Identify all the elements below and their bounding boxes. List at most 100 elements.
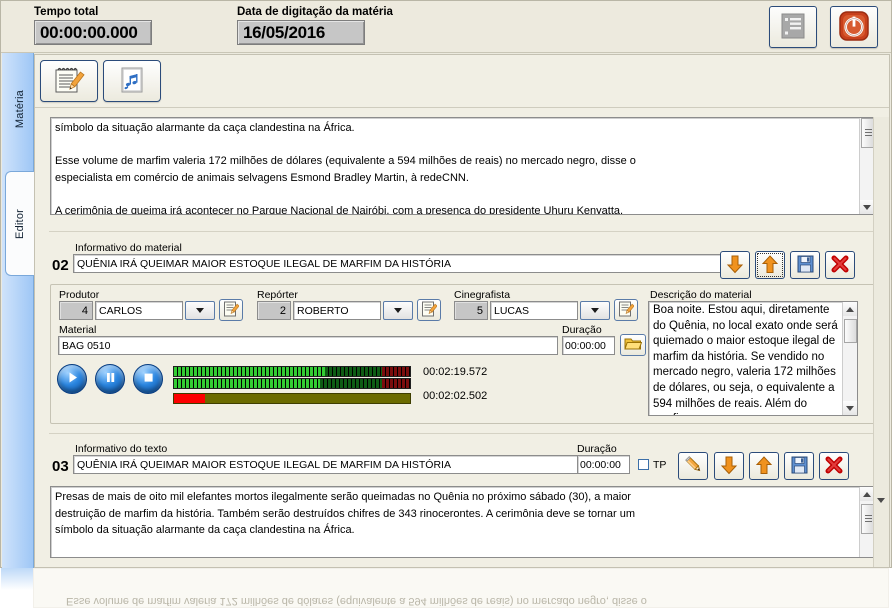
story-body-scrollbar[interactable]	[859, 487, 874, 557]
material-sequence-number: 02	[52, 257, 69, 274]
time-current-label: 00:02:02.502	[423, 390, 488, 402]
sidebar-tab-editor[interactable]: Editor	[5, 171, 34, 276]
time-total-label: 00:02:19.572	[423, 366, 488, 378]
tempo-total-value: 00:00:00.000	[34, 20, 152, 45]
reporter-edit-button[interactable]	[417, 299, 441, 321]
material-field-label: Material	[59, 324, 97, 336]
scrollbar-grip-icon	[865, 515, 872, 523]
produtor-code: 4	[59, 301, 93, 320]
cinegrafista-dropdown-button[interactable]	[580, 301, 610, 320]
text-move-up-button[interactable]	[749, 452, 779, 480]
edit-list-icon	[421, 301, 438, 320]
arrow-down-icon	[726, 254, 744, 277]
data-digitacao-value: 16/05/2016	[237, 20, 365, 45]
music-document-icon	[117, 65, 147, 98]
page-scrollbar[interactable]	[873, 117, 889, 567]
material-duracao-label: Duração	[562, 324, 602, 336]
reporter-code: 2	[257, 301, 291, 320]
cinegrafista-name-input[interactable]: LUCAS	[490, 301, 578, 320]
red-x-icon	[830, 254, 850, 277]
text-move-down-button[interactable]	[714, 452, 744, 480]
pause-icon	[104, 371, 117, 387]
produtor-label: Produtor	[59, 289, 100, 301]
pause-button[interactable]	[95, 364, 125, 394]
produtor-edit-button[interactable]	[219, 299, 243, 321]
stop-button[interactable]	[133, 364, 163, 394]
vu-green-zone	[174, 379, 321, 388]
scrollbar-thumb[interactable]	[844, 319, 857, 343]
descricao-scrollbar[interactable]	[842, 302, 857, 415]
descricao-text: Boa noite. Estou aqui, diretamente do Qu…	[653, 304, 838, 415]
arrow-down-icon	[720, 455, 738, 478]
vu-dark-green-zone	[320, 379, 382, 388]
material-delete-button[interactable]	[825, 251, 855, 279]
browse-material-button[interactable]	[620, 334, 646, 356]
chevron-down-icon	[196, 308, 204, 313]
playback-progress-bar[interactable]	[173, 393, 411, 404]
cinegrafista-edit-button[interactable]	[614, 299, 638, 321]
vu-red-zone	[381, 367, 410, 376]
descricao-textarea[interactable]: Boa noite. Estou aqui, diretamente do Qu…	[648, 301, 858, 416]
exit-button[interactable]	[830, 6, 878, 48]
material-info-label: Informativo do material	[75, 242, 182, 254]
chevron-down-icon	[591, 308, 599, 313]
text-info-input[interactable]: QUÊNIA IRÁ QUEIMAR MAIOR ESTOQUE ILEGAL …	[73, 455, 605, 474]
produtor-dropdown-button[interactable]	[185, 301, 215, 320]
edit-list-icon	[618, 301, 635, 320]
page-scroll-down-arrow-icon[interactable]	[874, 493, 888, 507]
tempo-total-label: Tempo total	[34, 6, 99, 18]
open-folder-icon	[624, 336, 643, 354]
tp-checkbox-label: TP	[653, 459, 667, 471]
text-info-label: Informativo do texto	[75, 443, 168, 455]
progress-fill	[174, 394, 205, 403]
sidebar-tab-materia-label: Matéria	[13, 90, 26, 129]
material-move-down-button[interactable]	[720, 251, 750, 279]
vu-green-zone	[174, 367, 326, 376]
list-report-button[interactable]	[769, 6, 817, 48]
text-block: 03 Informativo do texto QUÊNIA IRÁ QUEIM…	[35, 434, 889, 567]
reporter-name-input[interactable]: ROBERTO	[293, 301, 381, 320]
material-save-button[interactable]	[790, 251, 820, 279]
text-duracao-input[interactable]: 00:00:00	[577, 455, 630, 474]
play-button[interactable]	[57, 364, 87, 394]
vu-meter-left	[173, 366, 411, 377]
text-edit-button[interactable]	[678, 452, 708, 480]
story-body-textarea[interactable]: Presas de mais de oito mil elefantes mor…	[50, 486, 875, 558]
scroll-down-arrow-icon[interactable]	[843, 401, 857, 415]
notepad-pencil-icon	[53, 65, 85, 98]
produtor-name-input[interactable]: CARLOS	[95, 301, 183, 320]
scroll-up-arrow-icon[interactable]	[843, 302, 857, 316]
material-field-input[interactable]: BAG 0510	[58, 336, 558, 355]
sidebar-tab-materia[interactable]: Matéria	[5, 57, 34, 162]
application-window: Tempo total 00:00:00.000 Data de digitaç…	[0, 0, 892, 568]
cinegrafista-code: 5	[454, 301, 488, 320]
cinegrafista-label: Cinegrafista	[454, 289, 511, 301]
audio-script-button[interactable]	[103, 60, 161, 102]
text-save-button[interactable]	[784, 452, 814, 480]
scroll-up-arrow-icon[interactable]	[860, 487, 874, 501]
top-story-scrollbar[interactable]	[859, 118, 874, 214]
material-move-up-button[interactable]	[755, 251, 785, 279]
play-icon	[66, 371, 79, 387]
material-info-input[interactable]: QUÊNIA IRÁ QUEIMAR MAIOR ESTOQUE ILEGAL …	[73, 254, 745, 273]
tp-checkbox[interactable]	[638, 459, 649, 470]
pencil-icon	[684, 455, 703, 477]
scrollbar-grip-icon	[865, 129, 872, 137]
edit-note-button[interactable]	[40, 60, 98, 102]
descricao-label: Descrição do material	[650, 289, 752, 301]
top-story-textarea[interactable]: símbolo da situação alarmante da caça cl…	[50, 117, 875, 215]
text-delete-button[interactable]	[819, 452, 849, 480]
reporter-dropdown-button[interactable]	[383, 301, 413, 320]
stop-icon	[142, 371, 155, 387]
reflection-text: Esse volume de marfim valeria 172 milhõe…	[66, 595, 647, 607]
floppy-save-icon	[797, 255, 814, 276]
sidebar-tab-editor-label: Editor	[14, 208, 26, 239]
material-duracao-input[interactable]: 00:00:00	[562, 336, 615, 355]
story-body-text: Presas de mais de oito mil elefantes mor…	[55, 491, 636, 536]
top-story-text: símbolo da situação alarmante da caça cl…	[55, 122, 636, 215]
arrow-up-icon	[755, 455, 773, 478]
scroll-down-arrow-icon[interactable]	[860, 200, 874, 214]
chevron-down-icon	[394, 308, 402, 313]
list-icon	[781, 13, 805, 42]
text-duracao-label: Duração	[577, 443, 617, 455]
